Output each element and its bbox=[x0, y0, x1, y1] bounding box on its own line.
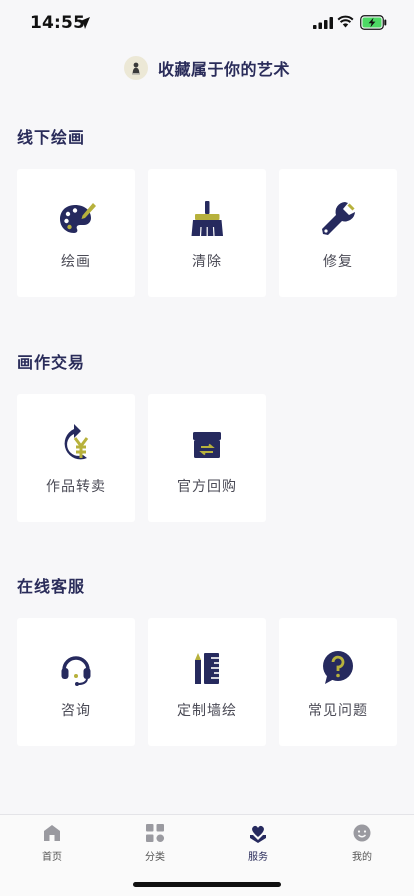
headset-icon bbox=[61, 656, 91, 686]
service-card-painting[interactable]: 绘画 bbox=[17, 169, 135, 297]
tab-home[interactable]: 首页 bbox=[12, 823, 92, 863]
location-arrow-icon bbox=[78, 17, 90, 29]
service-card-consult[interactable]: 咨询 bbox=[17, 618, 135, 746]
service-card-cleaning[interactable]: 清除 bbox=[148, 169, 266, 297]
section-title-customer-service: 在线客服 bbox=[17, 577, 86, 596]
wrench-icon bbox=[322, 202, 355, 235]
app-header: 收藏属于你的艺术 bbox=[0, 52, 414, 84]
brand-logo bbox=[123, 56, 148, 80]
service-card-faq[interactable]: 常见问题 bbox=[279, 618, 397, 746]
tab-label: 服务 bbox=[248, 852, 268, 863]
page-title: 收藏属于你的艺术 bbox=[157, 60, 290, 79]
cellular-signal-icon bbox=[313, 17, 333, 29]
tab-label: 分类 bbox=[145, 852, 165, 863]
service-label: 定制墙绘 bbox=[177, 703, 237, 719]
section-title-artwork-trading: 画作交易 bbox=[17, 353, 86, 372]
tab-label: 首页 bbox=[42, 852, 62, 863]
resell-yen-icon bbox=[64, 424, 89, 460]
tab-profile[interactable]: 我的 bbox=[322, 823, 402, 863]
home-icon bbox=[44, 825, 60, 841]
buyback-box-icon bbox=[193, 432, 221, 458]
palette-icon bbox=[60, 203, 96, 233]
service-label: 绘画 bbox=[61, 254, 91, 270]
service-card-repair[interactable]: 修复 bbox=[279, 169, 397, 297]
figure-logo-icon bbox=[131, 62, 140, 75]
tab-label: 我的 bbox=[352, 852, 372, 863]
status-bar: 14:55 bbox=[0, 0, 414, 46]
battery-charging-icon bbox=[360, 15, 387, 30]
tab-service[interactable]: 服务 bbox=[218, 823, 298, 863]
service-label: 官方回购 bbox=[177, 479, 237, 495]
service-label: 常见问题 bbox=[308, 703, 368, 719]
service-card-buyback[interactable]: 官方回购 bbox=[148, 394, 266, 522]
profile-icon bbox=[353, 824, 371, 842]
service-icon bbox=[250, 825, 266, 843]
service-label: 修复 bbox=[323, 254, 353, 270]
section-title-offline-painting: 线下绘画 bbox=[17, 128, 86, 147]
broom-icon bbox=[191, 201, 223, 237]
service-label: 咨询 bbox=[61, 703, 91, 719]
question-bubble-icon bbox=[323, 651, 353, 684]
tab-category[interactable]: 分类 bbox=[115, 823, 195, 863]
wifi-icon bbox=[337, 15, 354, 28]
category-icon bbox=[146, 824, 165, 843]
home-indicator bbox=[133, 882, 281, 887]
service-card-custom-mural[interactable]: 定制墙绘 bbox=[148, 618, 266, 746]
ruler-pencil-icon bbox=[195, 653, 219, 684]
service-label: 清除 bbox=[192, 254, 222, 270]
service-label: 作品转卖 bbox=[46, 479, 106, 495]
service-card-resell[interactable]: 作品转卖 bbox=[17, 394, 135, 522]
